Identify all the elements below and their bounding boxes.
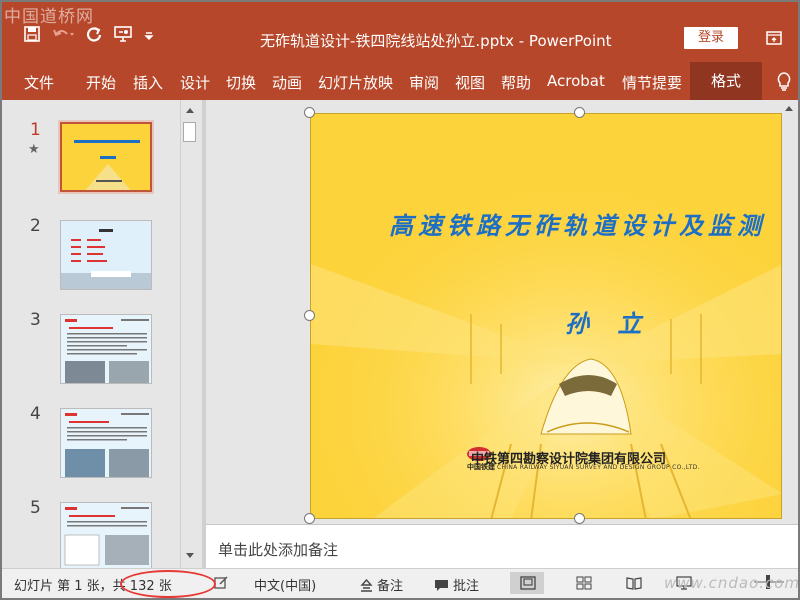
slide-sorter-icon — [576, 576, 592, 590]
tab-insert[interactable]: 插入 — [133, 72, 163, 93]
normal-view-icon — [520, 576, 536, 590]
resize-handle-top-left[interactable] — [304, 107, 315, 118]
tab-acrobat[interactable]: Acrobat — [547, 72, 605, 90]
slide-scrollbar[interactable] — [780, 100, 798, 524]
login-button[interactable]: 登录 — [684, 27, 738, 49]
powerpoint-window: 中国道桥网 无砟轨道设计-铁四院线站处孙立.pptx - PowerPoint … — [0, 0, 800, 600]
scroll-up-icon[interactable] — [185, 106, 195, 114]
notes-placeholder[interactable]: 单击此处添加备注 — [218, 539, 338, 560]
tab-storyboard[interactable]: 情节提要 — [622, 72, 682, 93]
notes-toggle[interactable]: 备注 — [360, 575, 403, 594]
thumbnail-scrollbar[interactable] — [180, 100, 198, 568]
reading-view-button[interactable] — [616, 572, 650, 594]
current-slide[interactable]: 高速铁路无砟轨道设计及监测 孙 立 中铁第四勘察设计院集团有限公司 中国铁建 C… — [310, 113, 782, 519]
notes-pane[interactable]: 单击此处添加备注 — [206, 524, 798, 568]
slide-thumbnail-4[interactable] — [60, 408, 152, 478]
tab-slideshow[interactable]: 幻灯片放映 — [318, 72, 393, 93]
tab-home[interactable]: 开始 — [86, 72, 116, 93]
resize-handle-top[interactable] — [574, 107, 585, 118]
thumbnail-number: 2 — [30, 216, 41, 236]
watermark-top: 中国道桥网 — [4, 7, 94, 27]
tab-help[interactable]: 帮助 — [501, 72, 531, 93]
slide-author[interactable]: 孙 立 — [565, 304, 651, 339]
ribbon-display-icon[interactable] — [766, 30, 782, 49]
slide-thumbnail-5[interactable] — [60, 502, 152, 568]
slide-thumbnail-pane: 1 ★ 2 3 4 5 — [2, 100, 180, 568]
title-bar: 中国道桥网 无砟轨道设计-铁四院线站处孙立.pptx - PowerPoint … — [2, 2, 798, 62]
slide-thumbnail-3[interactable] — [60, 314, 152, 384]
annotation-red-circle — [120, 570, 216, 598]
customize-qat-icon[interactable] — [144, 26, 154, 42]
redo-icon[interactable] — [86, 26, 102, 42]
comments-label: 批注 — [453, 579, 480, 594]
watermark-bottom: www.cndao.com — [664, 574, 800, 592]
company-name-en: CHINA RAILWAY SIYUAN SURVEY AND DESIGN G… — [497, 464, 700, 471]
scroll-down-icon[interactable] — [185, 552, 195, 560]
slide-title[interactable]: 高速铁路无砟轨道设计及监测 — [389, 206, 766, 241]
language-indicator[interactable]: 中文(中国) — [254, 575, 316, 594]
tab-format[interactable]: 格式 — [690, 62, 762, 100]
tab-review[interactable]: 审阅 — [409, 72, 439, 93]
tab-file[interactable]: 文件 — [24, 72, 54, 93]
reading-view-icon — [626, 577, 642, 590]
slide-thumbnail-2[interactable] — [60, 220, 152, 290]
thumbnail-number: 5 — [30, 498, 41, 518]
animation-star-icon: ★ — [28, 142, 40, 157]
normal-view-button[interactable] — [510, 572, 544, 594]
scrollbar-thumb[interactable] — [183, 122, 196, 142]
slide-thumbnail-1[interactable] — [60, 122, 152, 192]
notes-label: 备注 — [377, 579, 404, 594]
tab-design[interactable]: 设计 — [180, 72, 210, 93]
undo-icon[interactable] — [52, 26, 74, 42]
tab-view[interactable]: 视图 — [455, 72, 485, 93]
quick-access-toolbar — [24, 26, 154, 42]
thumbnail-number: 1 — [30, 120, 41, 140]
tab-transitions[interactable]: 切换 — [226, 72, 256, 93]
thumbnail-number: 4 — [30, 404, 41, 424]
resize-handle-left[interactable] — [304, 310, 315, 321]
scroll-up-icon[interactable] — [784, 104, 794, 112]
resize-handle-bottom-left[interactable] — [304, 513, 315, 524]
thumbnail-number: 3 — [30, 310, 41, 330]
logo-caption: 中国铁建 — [467, 463, 495, 471]
window-title: 无砟轨道设计-铁四院线站处孙立.pptx - PowerPoint — [260, 32, 612, 50]
resize-handle-bottom[interactable] — [574, 513, 585, 524]
presenter-icon[interactable] — [114, 26, 132, 42]
comments-toggle[interactable]: 批注 — [434, 575, 479, 594]
save-icon[interactable] — [24, 26, 40, 42]
slide-sorter-button[interactable] — [566, 572, 600, 594]
ribbon-tabs: 文件 开始 插入 设计 切换 动画 幻灯片放映 审阅 视图 帮助 Acrobat… — [2, 62, 798, 100]
tab-animations[interactable]: 动画 — [272, 72, 302, 93]
spellcheck-icon[interactable] — [214, 575, 232, 591]
tell-me-bulb-icon[interactable] — [777, 72, 791, 96]
